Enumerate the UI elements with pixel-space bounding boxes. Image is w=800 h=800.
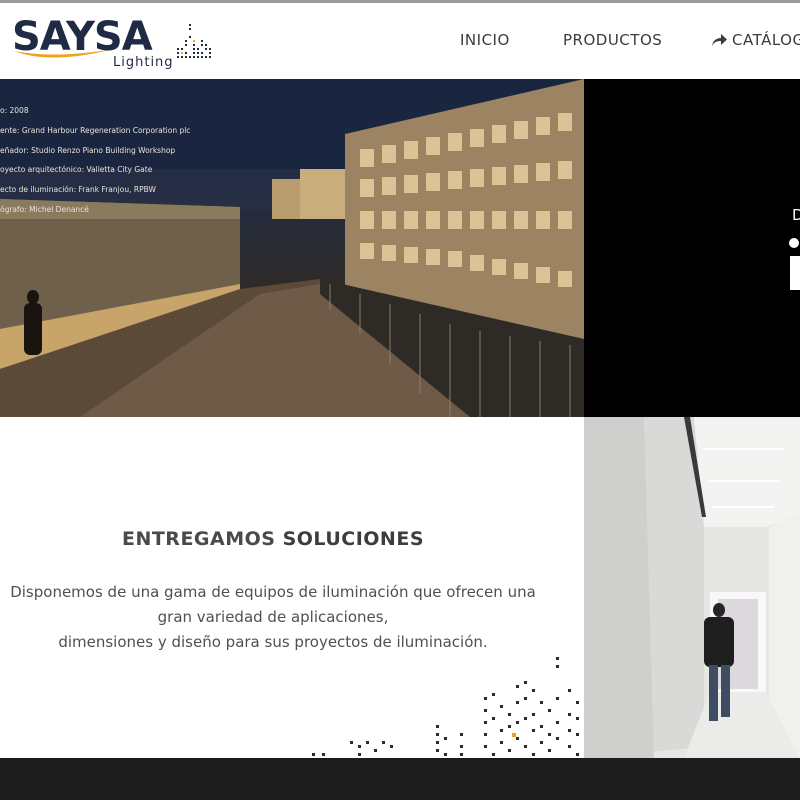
photo-credits: o: 2008 ente: Grand Harbour Regeneration…: [0, 101, 190, 220]
solutions-text-line: Disponemos de una gama de equipos de ilu…: [10, 583, 536, 601]
logo-wordmark: SAYSA: [12, 14, 153, 60]
nav-inicio[interactable]: INICIO: [460, 31, 510, 49]
logo-dots-icon: [177, 24, 211, 58]
site-header: SAYSA Lighting INICIO PRODUCTOS CATÁLOG: [0, 3, 800, 79]
logo-subtitle: Lighting: [113, 55, 174, 70]
nav-catalogo[interactable]: CATÁLOG: [711, 31, 800, 49]
credit-line: eñador: Studio Renzo Piano Building Work…: [0, 145, 176, 155]
credit-line: ógrafo: Michel Denancé: [0, 204, 89, 214]
dot-skyline-icon: [312, 657, 579, 756]
solutions-description: Disponemos de una gama de equipos de ilu…: [0, 580, 546, 655]
credit-line: ente: Grand Harbour Regeneration Corpora…: [0, 125, 191, 135]
solutions-text-line: gran variedad de aplicaciones,: [157, 608, 389, 626]
solutions-title-light: ENTREGAMOS: [121, 528, 283, 550]
credit-line: o: 2008: [0, 106, 29, 115]
nav-productos[interactable]: PRODUCTOS: [563, 31, 662, 49]
side-banner-dot: [789, 238, 799, 248]
credit-line: ecto de iluminación: Frank Franjou, RPBW: [0, 185, 156, 195]
share-arrow-icon: [712, 34, 727, 46]
hero-photo: o: 2008 ente: Grand Harbour Regeneration…: [0, 79, 584, 417]
solutions-section: ENTREGAMOS SOLUCIONES Disponemos de una …: [0, 417, 584, 758]
corridor-photo: [584, 417, 800, 758]
solutions-text-line: dimensiones y diseño para sus proyectos …: [58, 633, 488, 651]
side-banner-bar: [790, 256, 800, 290]
white-corridor-photo: [584, 417, 800, 758]
solutions-title-bold: SOLUCIONES: [282, 528, 425, 550]
credit-line: oyecto arquitectónico: Valletta City Gat…: [0, 165, 153, 175]
side-banner-letter: D: [792, 206, 800, 224]
saysa-logo[interactable]: SAYSA Lighting: [10, 15, 220, 75]
nav-catalogo-label: CATÁLOG: [732, 31, 800, 49]
footer-bar: [0, 758, 800, 800]
side-banner: [584, 79, 800, 417]
solutions-title: ENTREGAMOS SOLUCIONES: [0, 528, 546, 550]
